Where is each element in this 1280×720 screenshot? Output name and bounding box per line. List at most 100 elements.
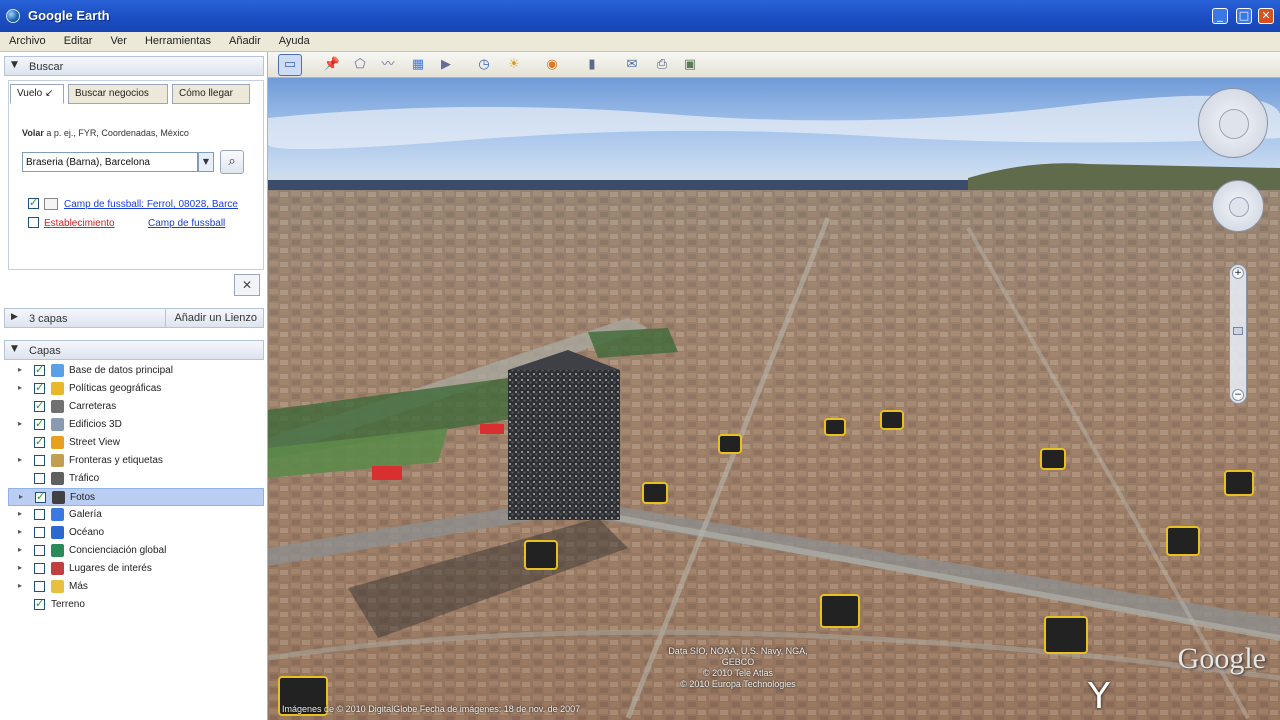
record-tour-button[interactable]: ▶ (434, 54, 458, 76)
maximize-button[interactable]: □ (1236, 8, 1252, 24)
expand-arrow-icon[interactable]: ▸ (18, 509, 22, 518)
expand-arrow-icon[interactable]: ▸ (18, 563, 22, 572)
menu-ver[interactable]: Ver (101, 32, 136, 47)
menu-herramientas[interactable]: Herramientas (136, 32, 220, 47)
layer-checkbox[interactable] (34, 597, 45, 610)
expand-arrow-icon[interactable]: ▸ (18, 383, 22, 392)
view-in-maps-button[interactable]: ▣ (678, 54, 702, 76)
search-result-1[interactable]: Camp de fussball: Ferrol, 08028, Barce (64, 199, 238, 210)
result-checkbox[interactable] (28, 196, 39, 209)
layer-checkbox[interactable] (34, 381, 45, 394)
print-button[interactable]: ⎙ (650, 54, 674, 76)
layer-item[interactable]: ▸ Políticas geográficas (8, 380, 264, 398)
tab-volar[interactable]: Vuelo ↙ (10, 84, 64, 104)
layer-checkbox[interactable] (34, 363, 45, 376)
photo-marker-icon[interactable] (718, 434, 742, 454)
earth-icon (51, 544, 64, 557)
layer-checkbox[interactable] (34, 527, 45, 538)
layer-item[interactable]: ▸ Galería (8, 506, 264, 524)
search-panel-header[interactable]: ▼ Buscar (4, 56, 264, 76)
menu-archivo[interactable]: Archivo (0, 32, 55, 47)
google-earth-app-icon (6, 9, 20, 23)
layers-panel-header[interactable]: ▼ Capas (4, 340, 264, 360)
photo-marker-icon[interactable] (1040, 448, 1066, 470)
layer-item[interactable]: Tráfico (8, 470, 264, 488)
look-joystick[interactable] (1198, 88, 1268, 158)
zoom-out-icon[interactable]: − (1232, 389, 1244, 401)
photo-marker-icon[interactable] (1166, 526, 1200, 556)
photo-marker-icon[interactable] (642, 482, 668, 504)
search-button[interactable]: ⌕ (220, 150, 244, 174)
earth-3d-view[interactable]: + − Data SIO, NOAA, U.S. Navy, NGA, GEBC… (268, 78, 1280, 720)
layer-item[interactable]: ▸ Más (8, 578, 264, 596)
minimize-button[interactable]: _ (1212, 8, 1228, 24)
email-button[interactable]: ✉ (620, 54, 644, 76)
expand-arrow-icon[interactable]: ▸ (18, 545, 22, 554)
photo-marker-icon[interactable] (1044, 616, 1088, 654)
move-joystick[interactable] (1212, 180, 1264, 232)
sunlight-button[interactable]: ☀ (502, 54, 526, 76)
expand-arrow-icon[interactable]: ▸ (18, 455, 22, 464)
collapse-arrow-icon: ▼ (11, 60, 18, 70)
photo-marker-icon[interactable] (820, 594, 860, 628)
add-placemark-button[interactable]: 📌 (320, 54, 344, 76)
layer-item[interactable]: ▸ Edificios 3D (8, 416, 264, 434)
layer-item[interactable]: ▸ Océano (8, 524, 264, 542)
expand-arrow-icon[interactable]: ▸ (18, 419, 22, 428)
layer-checkbox[interactable] (34, 399, 45, 412)
layer-checkbox[interactable] (34, 581, 45, 592)
search-input[interactable] (22, 152, 198, 172)
search-result-2[interactable]: Camp de fussball (148, 218, 225, 229)
layer-item[interactable]: ▸ Concienciación global (8, 542, 264, 560)
clear-search-button[interactable]: ✕ (234, 274, 260, 296)
photo-marker-icon[interactable] (880, 410, 904, 430)
search-history-dropdown[interactable]: ▼ (198, 152, 214, 172)
layer-item[interactable]: Street View (8, 434, 264, 452)
add-path-button[interactable]: 〰 (376, 54, 400, 76)
layer-item[interactable]: ▸ Lugares de interés (8, 560, 264, 578)
layer-label: Fronteras y etiquetas (69, 455, 163, 466)
expand-arrow-icon[interactable]: ▸ (18, 365, 22, 374)
search-result-2-category[interactable]: Establecimiento (44, 218, 115, 229)
expand-arrow-icon[interactable]: ▸ (18, 581, 22, 590)
layer-checkbox[interactable] (34, 473, 45, 484)
layer-checkbox[interactable] (35, 490, 46, 503)
planets-button[interactable]: ◉ (540, 54, 564, 76)
hide-sidebar-button[interactable]: ▭ (278, 54, 302, 76)
expand-arrow-icon[interactable]: ▸ (19, 492, 23, 501)
pegman-icon[interactable]: Y (1088, 676, 1110, 717)
expand-arrow-icon[interactable]: ▸ (18, 527, 22, 536)
layer-checkbox[interactable] (34, 435, 45, 448)
zoom-in-icon[interactable]: + (1232, 267, 1244, 279)
menu-ayuda[interactable]: Ayuda (270, 32, 319, 47)
add-content-button[interactable]: Añadir un Lienzo (165, 308, 263, 328)
layer-checkbox[interactable] (34, 417, 45, 430)
layer-item[interactable]: ▸ Fronteras y etiquetas (8, 452, 264, 470)
tab-como-llegar[interactable]: Cómo llegar (172, 84, 250, 104)
zoom-slider[interactable]: + − (1229, 264, 1247, 404)
close-window-button[interactable]: ✕ (1258, 8, 1274, 24)
layer-label: Lugares de interés (69, 563, 152, 574)
layer-checkbox[interactable] (34, 509, 45, 520)
layer-item[interactable]: ▸ Fotos (8, 488, 264, 506)
places-panel-header[interactable]: ▶ 3 capas Añadir un Lienzo (4, 308, 264, 328)
photo-marker-icon[interactable] (524, 540, 558, 570)
menu-editar[interactable]: Editar (55, 32, 102, 47)
result-checkbox[interactable] (28, 217, 39, 228)
layer-checkbox[interactable] (34, 455, 45, 466)
photo-marker-icon[interactable] (824, 418, 846, 436)
zoom-slider-thumb[interactable] (1233, 327, 1243, 335)
tab-buscar-negocios[interactable]: Buscar negocios (68, 84, 168, 104)
historical-imagery-button[interactable]: ◷ (472, 54, 496, 76)
layer-checkbox[interactable] (34, 545, 45, 556)
add-image-overlay-button[interactable]: ▦ (406, 54, 430, 76)
layer-label: Fotos (70, 492, 96, 503)
layer-item[interactable]: Terreno (8, 596, 264, 614)
layer-item[interactable]: Carreteras (8, 398, 264, 416)
layer-item[interactable]: ▸ Base de datos principal (8, 362, 264, 380)
layer-checkbox[interactable] (34, 563, 45, 574)
menu-anadir[interactable]: Añadir (220, 32, 270, 47)
add-polygon-button[interactable]: ⬠ (348, 54, 372, 76)
ruler-button[interactable]: ▮ (580, 54, 604, 76)
photo-marker-icon[interactable] (1224, 470, 1254, 496)
